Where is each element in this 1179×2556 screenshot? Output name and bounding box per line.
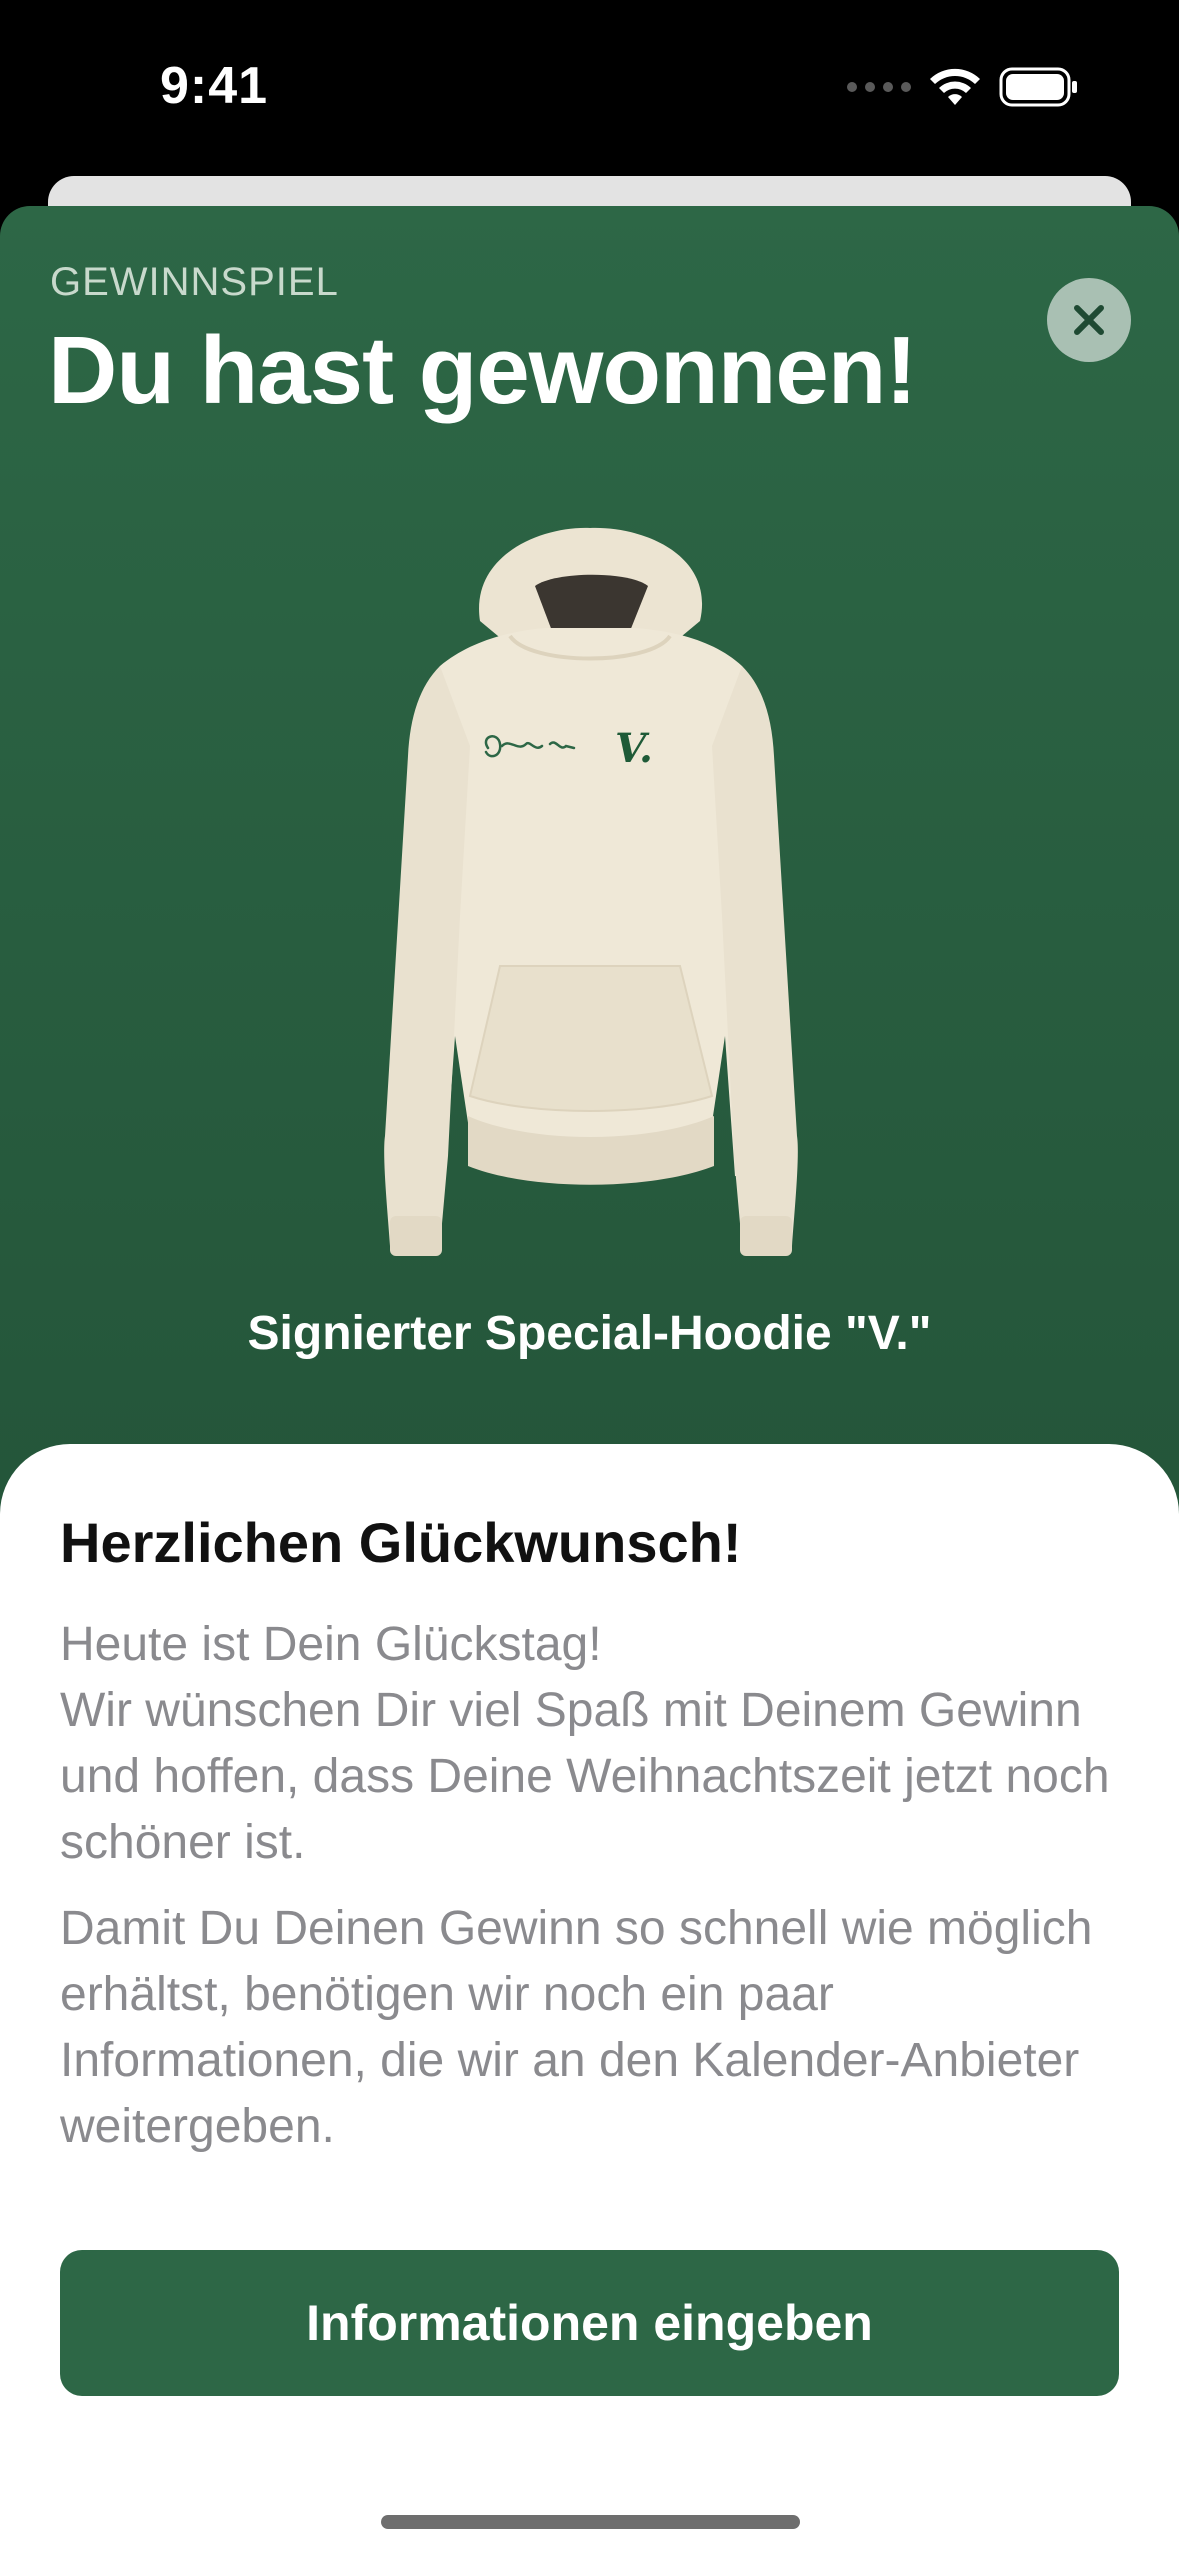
sheet-headline: Du hast gewonnen! [48,317,917,424]
hoodie-logo: V. [615,725,653,772]
enter-information-button[interactable]: Informationen eingeben [60,2250,1119,2396]
wifi-icon [930,68,980,105]
close-icon [1074,305,1104,335]
battery-icon [999,67,1077,107]
sheet-eyebrow: GEWINNSPIEL [50,260,339,304]
home-indicator[interactable] [381,2515,800,2529]
status-icons [847,62,1079,112]
screen: 9:41 GEWINNSPIEL Du hast gewonnen! V. Si… [0,0,1179,2556]
product-name: Signierter Special-Hoodie "V." [247,1307,932,1360]
card-paragraph-1: Heute ist Dein Glückstag! Wir wünschen D… [60,1618,1110,1869]
status-time: 9:41 [160,57,269,115]
card-paragraph-2: Damit Du Deinen Gewinn so schnell wie mö… [60,1902,1093,2153]
card-title: Herzlichen Glückwunsch! [60,1511,742,1574]
cellular-signal-icon [847,82,911,92]
content-card: Herzlichen Glückwunsch! Heute ist Dein G… [0,1444,1179,2556]
close-button[interactable] [1047,278,1131,362]
status-bar: 9:41 [0,0,1179,175]
